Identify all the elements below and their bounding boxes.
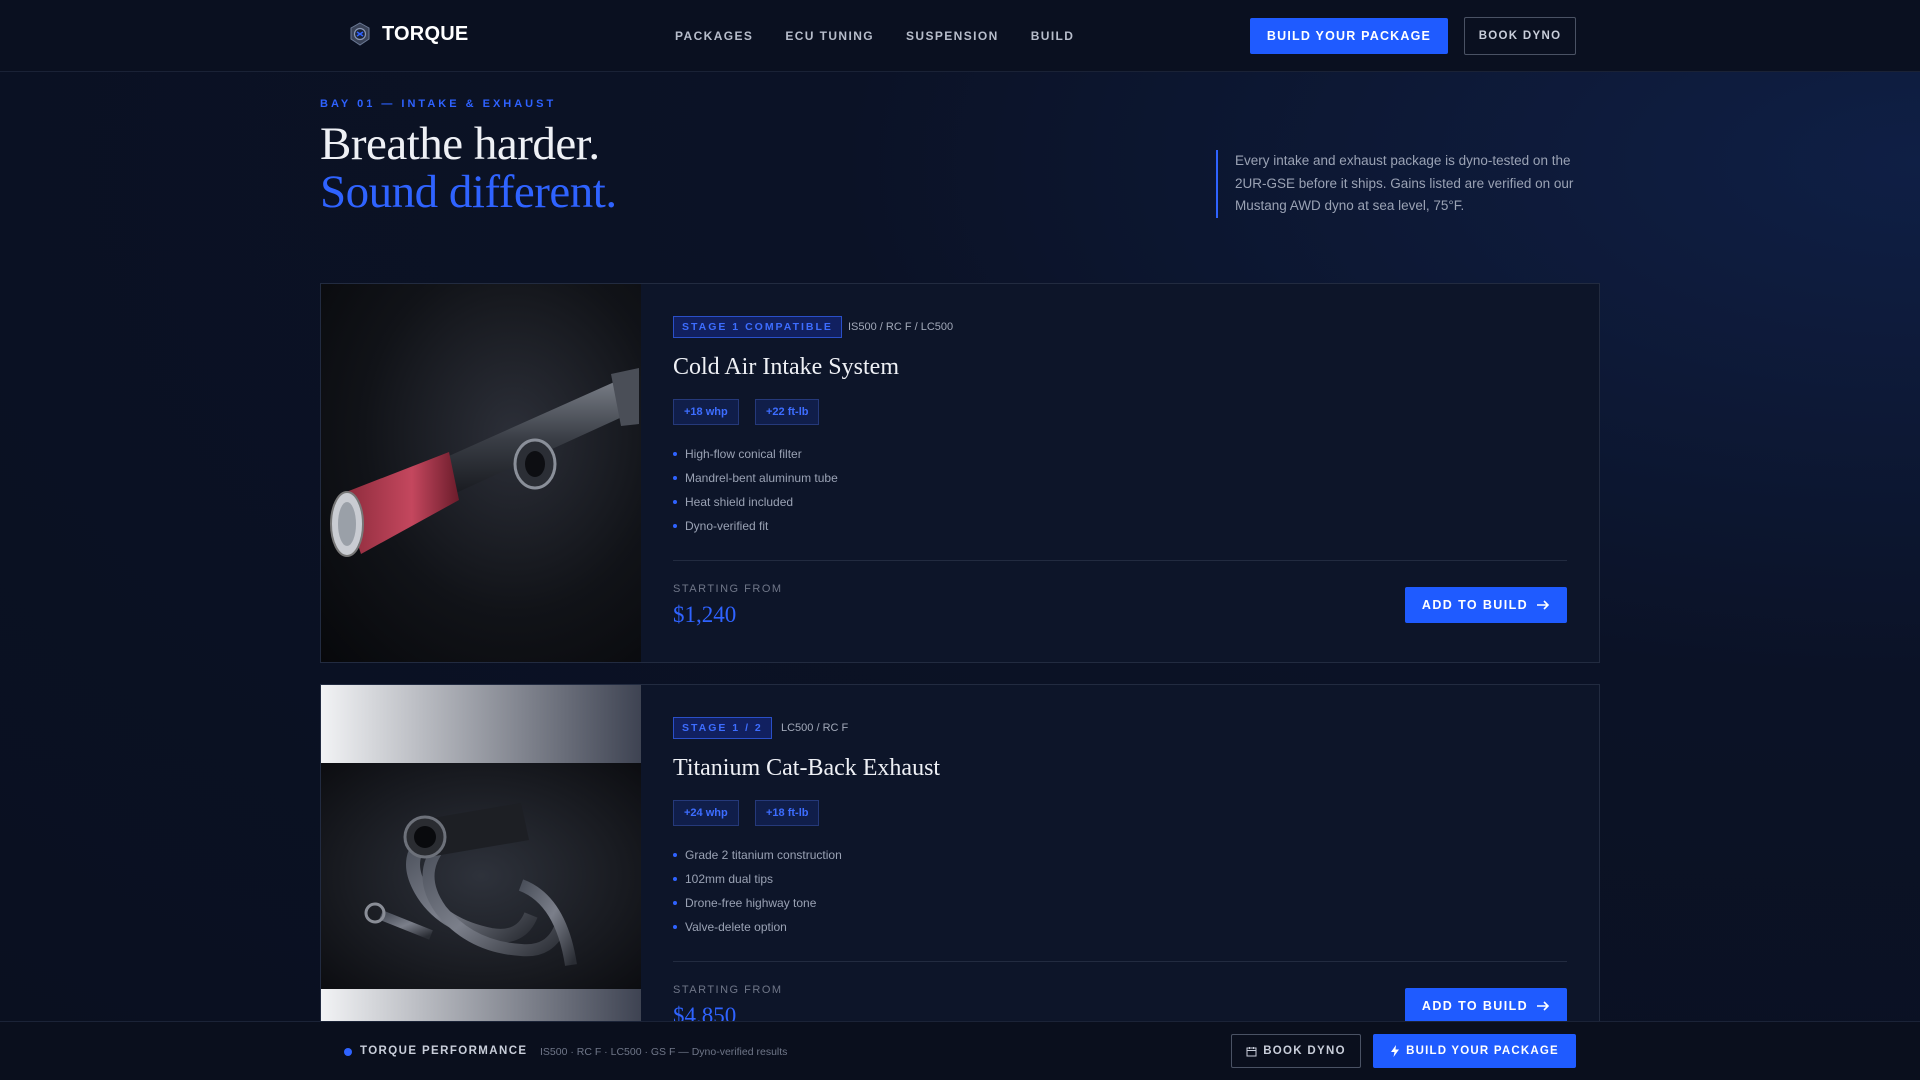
footer-build-package-label: BUILD YOUR PACKAGE: [1406, 1045, 1559, 1057]
intake-image-icon: [330, 368, 639, 557]
footer-brand: TORQUE PERFORMANCE: [360, 1045, 528, 1057]
price-label: STARTING FROM: [673, 583, 783, 595]
product-title: Titanium Cat-Back Exhaust: [673, 755, 941, 781]
exhaust-image-icon: [321, 685, 641, 1063]
feature-list: Grade 2 titanium construction 102mm dual…: [673, 843, 842, 939]
hero-title-line2: Sound different.: [320, 166, 617, 218]
status-dot: [344, 1048, 352, 1056]
product-card-intake: STAGE 1 COMPATIBLE IS500 / RC F / LC500 …: [320, 283, 1600, 663]
main-nav: PACKAGES ECU TUNING SUSPENSION BUILD: [675, 29, 1074, 43]
gain-torque: +22 ft-lb: [755, 399, 820, 425]
feature-list: High-flow conical filter Mandrel-bent al…: [673, 442, 838, 538]
footer-build-package-button[interactable]: BUILD YOUR PACKAGE: [1373, 1034, 1576, 1068]
gain-torque: +18 ft-lb: [755, 800, 820, 826]
divider: [673, 560, 1567, 561]
add-to-build-button[interactable]: ADD TO BUILD: [1405, 587, 1567, 623]
top-nav: TORQUE PACKAGES ECU TUNING SUSPENSION BU…: [0, 0, 1920, 72]
footer-book-dyno-label: BOOK DYNO: [1263, 1045, 1346, 1057]
add-to-build-button[interactable]: ADD TO BUILD: [1405, 988, 1567, 1024]
fitment-text: LC500 / RC F: [781, 722, 849, 734]
stage-badge: STAGE 1 COMPATIBLE: [673, 316, 842, 338]
nav-build[interactable]: BUILD: [1031, 29, 1075, 43]
list-item: Valve-delete option: [673, 915, 842, 939]
list-item: 102mm dual tips: [673, 867, 842, 891]
arrow-right-icon: [1537, 600, 1550, 610]
stage-badge: STAGE 1 / 2: [673, 717, 772, 739]
list-item: Heat shield included: [673, 490, 838, 514]
brand-name: TORQUE: [382, 22, 469, 45]
list-item: Mandrel-bent aluminum tube: [673, 466, 838, 490]
price-label: STARTING FROM: [673, 984, 783, 996]
footer-meta: IS500 · RC F · LC500 · GS F — Dyno-verif…: [540, 1046, 788, 1058]
list-item: Drone-free highway tone: [673, 891, 842, 915]
torque-logo-icon: [350, 22, 370, 46]
product-title: Cold Air Intake System: [673, 354, 899, 380]
nav-packages[interactable]: PACKAGES: [675, 29, 753, 43]
arrow-right-icon: [1537, 1001, 1550, 1011]
list-item: Grade 2 titanium construction: [673, 843, 842, 867]
brand[interactable]: TORQUE: [348, 22, 468, 46]
fitment-text: IS500 / RC F / LC500: [848, 321, 954, 333]
list-item: Dyno-verified fit: [673, 514, 838, 538]
product-info-intake: STAGE 1 COMPATIBLE IS500 / RC F / LC500 …: [673, 284, 1567, 662]
section-eyebrow: BAY 01 — INTAKE & EXHAUST: [320, 98, 557, 110]
product-info-exhaust: STAGE 1 / 2 LC500 / RC F Titanium Cat-Ba…: [673, 685, 1567, 1063]
price: $1,240: [673, 602, 737, 627]
footer-book-dyno-button[interactable]: BOOK DYNO: [1231, 1034, 1361, 1068]
product-image-intake: [321, 284, 641, 662]
product-card-exhaust: STAGE 1 / 2 LC500 / RC F Titanium Cat-Ba…: [320, 684, 1600, 1064]
calendar-icon: [1246, 1046, 1257, 1056]
book-dyno-button[interactable]: BOOK DYNO: [1464, 17, 1576, 55]
hero-intro: Every intake and exhaust package is dyno…: [1216, 150, 1596, 218]
add-to-build-label: ADD TO BUILD: [1421, 598, 1529, 612]
list-item: High-flow conical filter: [673, 442, 838, 466]
nav-ecu-tuning[interactable]: ECU TUNING: [785, 29, 874, 43]
gain-whp: +24 whp: [673, 800, 739, 826]
sticky-bottom-bar: TORQUE PERFORMANCE IS500 · RC F · LC500 …: [0, 1021, 1920, 1080]
hero-title-line1: Breathe harder.: [320, 118, 600, 170]
nav-suspension[interactable]: SUSPENSION: [906, 29, 999, 43]
bolt-icon: [1391, 1045, 1400, 1057]
build-package-button[interactable]: BUILD YOUR PACKAGE: [1250, 18, 1448, 54]
gain-whp: +18 whp: [673, 399, 739, 425]
product-image-exhaust: [321, 685, 641, 1063]
divider: [673, 961, 1567, 962]
add-to-build-label: ADD TO BUILD: [1421, 999, 1529, 1013]
